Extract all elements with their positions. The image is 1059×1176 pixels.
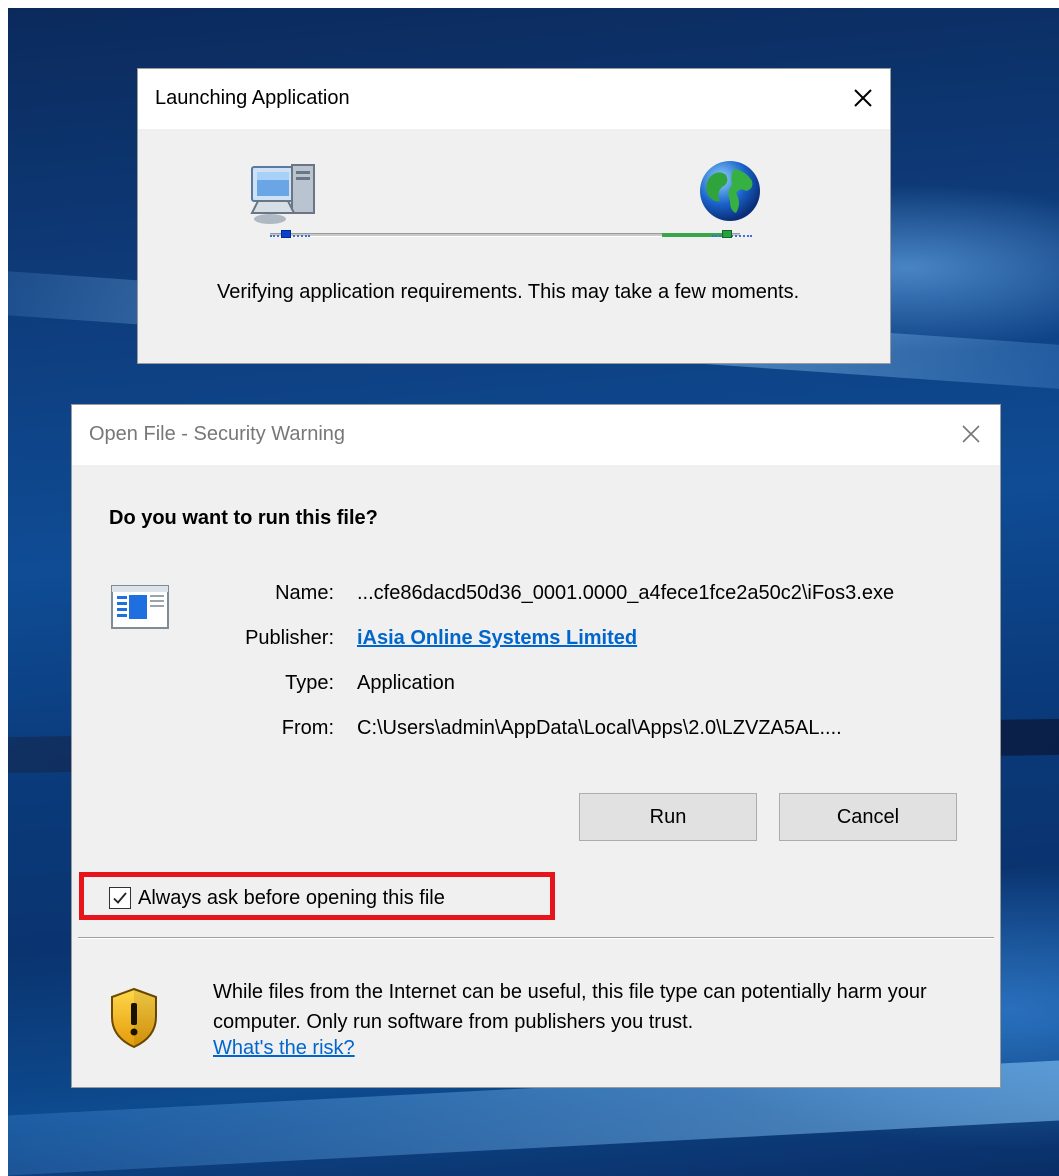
- publisher-link[interactable]: iAsia Online Systems Limited: [357, 627, 637, 650]
- close-icon[interactable]: [848, 83, 878, 113]
- type-value: Application: [357, 672, 455, 694]
- cancel-button[interactable]: Cancel: [779, 793, 957, 841]
- status-message: Verifying application requirements. This…: [217, 281, 800, 303]
- divider: [78, 937, 994, 939]
- progress-dots: [712, 235, 752, 237]
- dialog-question: Do you want to run this file?: [109, 507, 378, 529]
- title-bar: Launching Application: [138, 69, 890, 129]
- title-bar: Open File - Security Warning: [72, 405, 1000, 465]
- checkmark-icon: [113, 892, 127, 904]
- always-ask-option[interactable]: Always ask before opening this file: [109, 885, 445, 911]
- always-ask-label[interactable]: Always ask before opening this file: [138, 887, 445, 910]
- security-warning-dialog: Open File - Security Warning Do you want…: [71, 404, 1001, 1088]
- warning-text: While files from the Internet can be use…: [213, 981, 927, 1033]
- shield-warning-icon: [111, 987, 157, 1049]
- name-value: ...cfe86dacd50d36_0001.0000_a4fece1fce2a…: [357, 582, 895, 604]
- close-icon[interactable]: [956, 419, 986, 449]
- window-title: Open File - Security Warning: [89, 423, 346, 445]
- from-value: C:\Users\admin\AppData\Local\Apps\2.0\LZ…: [357, 717, 842, 739]
- always-ask-checkbox[interactable]: [109, 887, 131, 909]
- name-label: Name:: [275, 582, 334, 604]
- launching-application-window: Launching Application Verifying applicat…: [137, 68, 891, 364]
- whats-the-risk-link[interactable]: What's the risk?: [213, 1037, 355, 1060]
- run-button[interactable]: Run: [579, 793, 757, 841]
- computer-icon: [250, 164, 315, 224]
- globe-icon: [700, 161, 760, 221]
- type-label: Type:: [285, 672, 334, 694]
- progress-node-start: [281, 230, 291, 238]
- application-file-icon: [111, 585, 169, 629]
- progress-node-end: [722, 230, 732, 238]
- publisher-label: Publisher:: [245, 627, 334, 649]
- window-title: Launching Application: [155, 87, 350, 109]
- from-label: From:: [281, 717, 334, 739]
- progress-animation: [138, 129, 892, 249]
